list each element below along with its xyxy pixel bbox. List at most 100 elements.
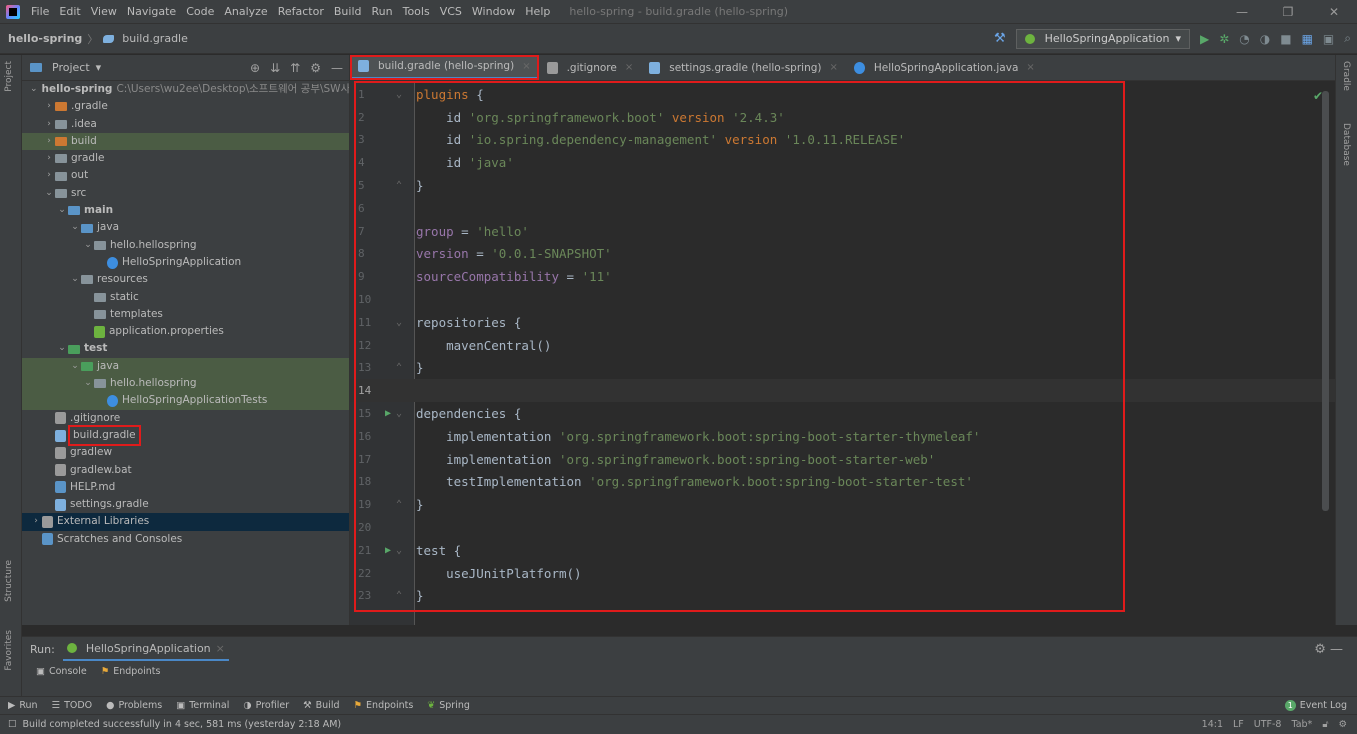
code-line[interactable]: 7 group = 'hello'	[350, 220, 1335, 243]
tree-item[interactable]: ⌄ src	[22, 185, 349, 202]
locate-icon[interactable]: ⊕	[250, 61, 260, 75]
menu-help[interactable]: Help	[520, 0, 555, 24]
project-tool-label[interactable]: Project	[4, 61, 14, 92]
favorites-tool-label[interactable]: Favorites	[4, 630, 14, 671]
tree-item[interactable]: ⌄ main	[22, 202, 349, 219]
coverage-icon[interactable]: ◔	[1239, 32, 1249, 46]
tool-spring[interactable]: ❦ Spring	[427, 700, 470, 711]
code-line[interactable]: 21 ▶ ⌄ test {	[350, 539, 1335, 562]
code-line[interactable]: 18 testImplementation 'org.springframewo…	[350, 471, 1335, 494]
chevron-down-icon[interactable]: ⌄	[43, 185, 55, 202]
chevron-down-icon[interactable]: ⌄	[82, 375, 94, 392]
code-editor[interactable]: 1 ⌄ plugins {2 id 'org.springframework.boo…	[350, 81, 1335, 625]
code-line[interactable]: 23 ⌃}	[350, 585, 1335, 608]
code-line[interactable]: 10	[350, 288, 1335, 311]
fold-icon[interactable]: ⌄	[396, 89, 408, 100]
expand-all-icon[interactable]: ⇊	[270, 61, 280, 75]
code-line[interactable]: 12 mavenCentral()	[350, 334, 1335, 357]
tree-item[interactable]: ⌄ resources	[22, 271, 349, 288]
chevron-right-icon[interactable]: ›	[30, 513, 42, 530]
indent-setting[interactable]: Tab*	[1291, 719, 1312, 730]
menu-build[interactable]: Build	[329, 0, 367, 24]
hide-icon[interactable]: —	[331, 61, 343, 75]
fold-icon[interactable]: ⌃	[396, 362, 408, 373]
structure-tool-label[interactable]: Structure	[4, 560, 14, 602]
menu-edit[interactable]: Edit	[54, 0, 85, 24]
tree-item[interactable]: settings.gradle	[22, 496, 349, 513]
project-structure-icon[interactable]: ▦	[1302, 32, 1313, 46]
editor-tab[interactable]: build.gradle (hello-spring) ×	[350, 55, 539, 80]
breadcrumb-file[interactable]: build.gradle	[103, 32, 188, 45]
tree-item[interactable]: ⌄ hello-spring C:\Users\wu2ee\Desktop\소프트웨…	[22, 81, 349, 98]
close-tab-icon[interactable]: ×	[522, 61, 530, 72]
chevron-right-icon[interactable]: ›	[43, 167, 55, 184]
editor-scrollbar[interactable]	[1322, 91, 1329, 511]
chevron-right-icon[interactable]: ›	[43, 116, 55, 133]
run-config-tab[interactable]: HelloSpringApplication ×	[62, 637, 229, 661]
code-line[interactable]: 3 id 'io.spring.dependency-management' v…	[350, 129, 1335, 152]
fold-icon[interactable]: ⌃	[396, 180, 408, 191]
tool-terminal[interactable]: ▣ Terminal	[176, 700, 229, 711]
chevron-right-icon[interactable]: ›	[43, 98, 55, 115]
fold-icon[interactable]: ⌄	[396, 545, 408, 556]
tree-item[interactable]: ⌄ java	[22, 219, 349, 236]
tree-item[interactable]: gradlew.bat	[22, 462, 349, 479]
editor-tab[interactable]: settings.gradle (hello-spring) ×	[641, 55, 846, 80]
run-configuration-dropdown[interactable]: HelloSpringApplication ▾	[1015, 28, 1190, 49]
chevron-down-icon[interactable]: ▾	[96, 61, 102, 74]
endpoints-tab[interactable]: ⚑ Endpoints	[101, 666, 161, 677]
tree-item[interactable]: gradlew	[22, 444, 349, 461]
code-line[interactable]: 22 useJUnitPlatform()	[350, 562, 1335, 585]
tree-item[interactable]: › .gradle	[22, 98, 349, 115]
tool-run[interactable]: ▶ Run	[8, 700, 38, 711]
tree-item[interactable]: .gitignore	[22, 410, 349, 427]
fold-icon[interactable]: ⌃	[396, 590, 408, 601]
chevron-down-icon[interactable]: ⌄	[82, 237, 94, 254]
tree-item[interactable]: ⌄ hello.hellospring	[22, 237, 349, 254]
menu-window[interactable]: Window	[467, 0, 520, 24]
menu-tools[interactable]: Tools	[398, 0, 435, 24]
code-line[interactable]: 16 implementation 'org.springframework.b…	[350, 425, 1335, 448]
collapse-all-icon[interactable]: ⇈	[290, 61, 300, 75]
menu-refactor[interactable]: Refactor	[273, 0, 329, 24]
tool-endpoints[interactable]: ⚑ Endpoints	[354, 700, 414, 711]
fold-icon[interactable]: ⌄	[396, 317, 408, 328]
run-gutter-icon[interactable]: ▶	[380, 545, 396, 556]
minimize-button[interactable]: —	[1219, 5, 1265, 19]
gear-icon[interactable]: ⚙	[310, 61, 321, 75]
console-tab[interactable]: ▣ Console	[36, 666, 87, 677]
tool-profiler[interactable]: ◑ Profiler	[243, 700, 289, 711]
event-log-button[interactable]: 1 Event Log	[1284, 700, 1357, 711]
gradle-tool-label[interactable]: Gradle	[1341, 61, 1351, 91]
tree-item[interactable]: › out	[22, 167, 349, 184]
tree-item[interactable]: HelloSpringApplication	[22, 254, 349, 271]
code-line[interactable]: 14	[350, 379, 1335, 403]
tree-item[interactable]: › gradle	[22, 150, 349, 167]
code-line[interactable]: 1 ⌄ plugins {	[350, 83, 1335, 106]
fold-icon[interactable]: ⌄	[396, 408, 408, 419]
file-encoding[interactable]: UTF-8	[1254, 719, 1282, 730]
menu-file[interactable]: File	[26, 0, 54, 24]
code-line[interactable]: 8 version = '0.0.1-SNAPSHOT'	[350, 243, 1335, 266]
tree-item[interactable]: build.gradle	[22, 424, 349, 447]
run-gutter-icon[interactable]: ▶	[380, 408, 396, 419]
fold-icon[interactable]: ⌃	[396, 499, 408, 510]
debug-icon[interactable]: ✲	[1219, 32, 1229, 46]
menu-run[interactable]: Run	[367, 0, 398, 24]
code-line[interactable]: 4 id 'java'	[350, 151, 1335, 174]
code-line[interactable]: 6	[350, 197, 1335, 220]
event-gear-icon[interactable]: ⚙	[1338, 719, 1347, 730]
chevron-down-icon[interactable]: ⌄	[30, 81, 38, 98]
status-message[interactable]: Build completed successfully in 4 sec, 5…	[23, 719, 342, 730]
chevron-down-icon[interactable]: ⌄	[69, 219, 81, 236]
tree-item[interactable]: templates	[22, 306, 349, 323]
menu-navigate[interactable]: Navigate	[122, 0, 181, 24]
breadcrumb-project[interactable]: hello-spring	[0, 32, 82, 45]
chevron-right-icon[interactable]: ›	[43, 150, 55, 167]
code-line[interactable]: 19 ⌃}	[350, 493, 1335, 516]
tree-item[interactable]: › .idea	[22, 116, 349, 133]
line-separator[interactable]: LF	[1233, 719, 1244, 730]
code-line[interactable]: 9 sourceCompatibility = '11'	[350, 265, 1335, 288]
project-view-selector[interactable]: Project	[52, 61, 90, 74]
close-tab-icon[interactable]: ×	[829, 62, 837, 73]
